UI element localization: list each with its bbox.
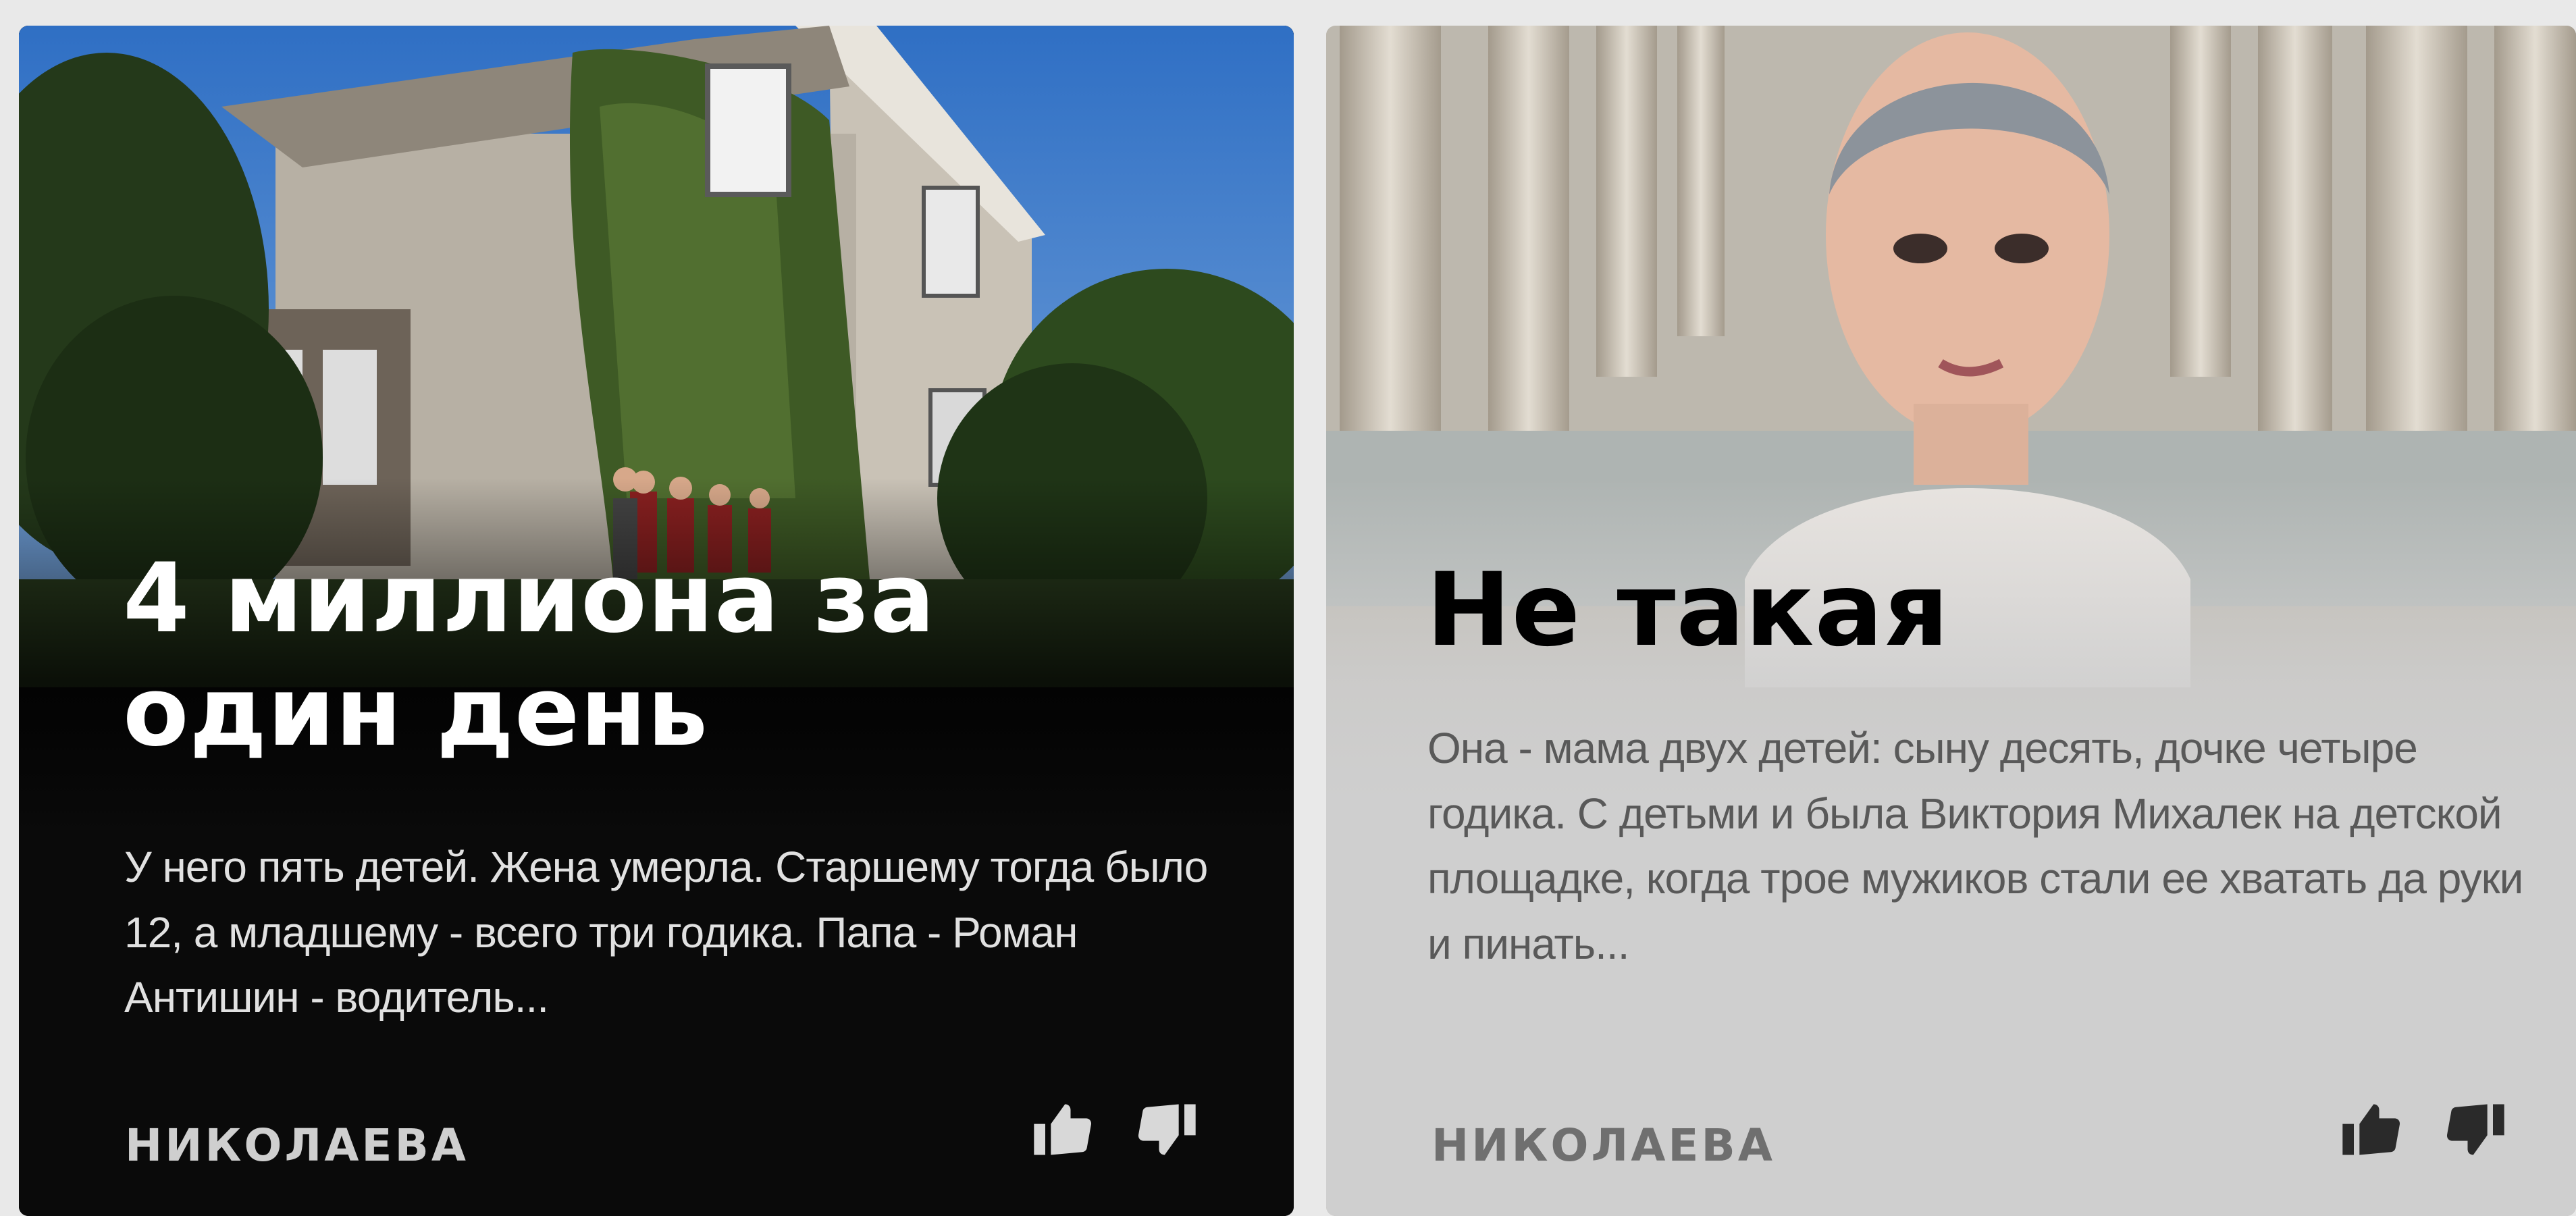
article-feed: 4 миллиона за один день У него пять дете…: [0, 0, 2576, 1216]
article-excerpt: Она - мама двух детей: сыну десять, дочк…: [1427, 724, 2523, 968]
article-card-body: 4 миллиона за один день У него пять дете…: [19, 26, 1294, 1216]
article-title: 4 миллиона за один день: [123, 543, 936, 768]
reactions: [1025, 1092, 1205, 1167]
article-title: Не такая: [1426, 552, 1949, 669]
like-button[interactable]: [1025, 1092, 1099, 1167]
reactions: [2334, 1092, 2513, 1167]
thumbs-down-icon: [2446, 1104, 2504, 1155]
dislike-button[interactable]: [1130, 1092, 1205, 1167]
publisher-name[interactable]: НИКОЛАЕВА: [1431, 1119, 1775, 1171]
publisher-name[interactable]: НИКОЛАЕВА: [125, 1119, 469, 1171]
dislike-button[interactable]: [2439, 1092, 2513, 1167]
like-button[interactable]: [2334, 1092, 2408, 1167]
article-card-1[interactable]: 4 миллиона за один день У него пять дете…: [19, 26, 1294, 1216]
thumbs-down-icon: [1138, 1104, 1196, 1155]
article-card-body: Не такая Она - мама двух детей: сыну дес…: [1326, 26, 2576, 1216]
article-excerpt: У него пять детей. Жена умерла. Старшему…: [124, 843, 1208, 1022]
article-card-2[interactable]: Не такая Она - мама двух детей: сыну дес…: [1326, 26, 2576, 1216]
thumbs-up-icon: [1034, 1104, 1092, 1155]
thumbs-up-icon: [2342, 1104, 2400, 1155]
